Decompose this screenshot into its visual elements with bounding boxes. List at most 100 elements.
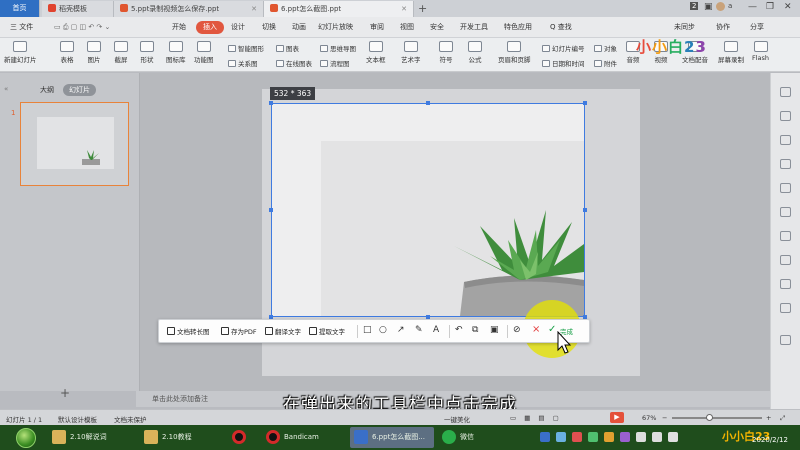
zoom-slider-handle[interactable] <box>706 414 713 421</box>
copy-icon[interactable]: ⧉ <box>472 325 478 335</box>
formula-button[interactable]: 公式 <box>468 41 482 64</box>
tray-icon[interactable] <box>588 432 598 442</box>
taskbar-item[interactable]: 2.10解说词 <box>48 427 136 448</box>
tray-icon[interactable] <box>620 432 630 442</box>
menu-features[interactable]: 特色应用 <box>500 21 536 34</box>
help-icon[interactable] <box>780 335 791 345</box>
close-window-icon[interactable]: ✕ <box>784 2 792 12</box>
chart-button[interactable]: 图表 <box>276 43 299 53</box>
zoom-in-icon[interactable]: + <box>766 414 771 422</box>
screenshot-selection-box[interactable] <box>271 103 585 317</box>
menu-insert[interactable]: 插入 <box>196 21 224 34</box>
menu-design[interactable]: 设计 <box>227 21 249 34</box>
shape-button[interactable]: 形状 <box>140 41 154 64</box>
close-icon[interactable]: ✕ <box>401 1 407 17</box>
table-button[interactable]: 表格 <box>60 41 74 64</box>
avatar[interactable] <box>716 2 725 11</box>
protection-status[interactable]: 文档未保护 <box>114 414 147 424</box>
volume-icon[interactable] <box>652 432 662 442</box>
maximize-icon[interactable]: ❐ <box>766 2 774 12</box>
screenshot-button[interactable]: 截屏 <box>114 41 128 64</box>
notification-badge[interactable]: 2 <box>690 2 699 10</box>
fit-window-icon[interactable]: ⤢ <box>780 414 785 423</box>
menu-review[interactable]: 审阅 <box>366 21 388 34</box>
undo-icon[interactable]: ↶ <box>455 325 463 335</box>
search-menu[interactable]: Q 查找 <box>546 21 576 34</box>
translate-button[interactable]: 翻译文字 <box>265 326 301 336</box>
quick-access-icons[interactable]: ▭ ⎙ ▢ ◫ ↶ ↷ ⌄ <box>50 21 114 34</box>
tray-icon[interactable] <box>604 432 614 442</box>
taskbar-item[interactable]: 2.10教程 <box>140 427 224 448</box>
long-image-button[interactable]: 文档转长图 <box>167 326 210 336</box>
table-style-icon[interactable] <box>780 207 791 217</box>
view-mode-icons[interactable]: ▭ ▦ ▤ ▢ <box>510 414 562 422</box>
tab-document-6[interactable]: 6.ppt怎么截图.ppt ✕ <box>264 1 414 17</box>
menu-animation[interactable]: 动画 <box>288 21 310 34</box>
icon-library-button[interactable]: 图标库 <box>166 41 186 64</box>
save-pdf-button[interactable]: 存为PDF <box>221 326 257 336</box>
menu-view[interactable]: 视图 <box>396 21 418 34</box>
ellipse-icon[interactable]: ○ <box>379 325 387 335</box>
tab-document-5[interactable]: 5.ppt录制视频怎么保存.ppt ✕ <box>114 1 264 17</box>
tab-outline[interactable]: 大纲 <box>40 85 54 95</box>
properties-icon[interactable] <box>780 87 791 97</box>
mind-map-button[interactable]: 思维导图 <box>320 43 356 53</box>
taskbar-item-active[interactable]: 6.ppt怎么截图... <box>350 427 434 448</box>
theme-name[interactable]: 默认设计模板 <box>58 414 97 424</box>
slide-number-button[interactable]: 幻灯片编号 <box>542 43 585 53</box>
symbol-button[interactable]: 符号 <box>439 41 453 64</box>
share-button[interactable]: 分享 <box>746 21 768 34</box>
resize-handle[interactable] <box>269 101 273 105</box>
settings-icon[interactable] <box>780 303 791 313</box>
menu-slideshow[interactable]: 幻灯片放映 <box>314 21 357 34</box>
relation-graph-button[interactable]: 关系图 <box>228 58 258 68</box>
file-menu[interactable]: 三 文件 <box>6 21 37 34</box>
resize-handle[interactable] <box>426 101 430 105</box>
resize-handle[interactable] <box>269 208 273 212</box>
tray-icon[interactable] <box>540 432 550 442</box>
header-footer-button[interactable]: 页眉和页脚 <box>498 41 531 64</box>
tray-icon[interactable] <box>572 432 582 442</box>
menu-transition[interactable]: 切换 <box>258 21 280 34</box>
rectangle-icon[interactable]: □ <box>363 325 372 335</box>
resize-handle[interactable] <box>583 101 587 105</box>
picture-button[interactable]: 图片 <box>87 41 101 64</box>
resize-handle[interactable] <box>583 208 587 212</box>
close-icon[interactable]: ✕ <box>251 1 257 17</box>
flowchart-button[interactable]: 流程图 <box>320 58 350 68</box>
function-chart-button[interactable]: 功能图 <box>194 41 214 64</box>
clock-date[interactable]: 2020/2/12 <box>752 436 788 444</box>
date-time-button[interactable]: 日期和时间 <box>542 58 585 68</box>
backup-icon[interactable] <box>780 255 791 265</box>
cancel-icon[interactable]: × <box>532 324 540 335</box>
smart-graphic-button[interactable]: 智能图形 <box>228 43 264 53</box>
tab-home[interactable]: 首页 <box>0 0 40 17</box>
zoom-out-icon[interactable]: − <box>662 414 667 422</box>
tray-icon[interactable] <box>556 432 566 442</box>
collapse-icon[interactable]: « <box>4 85 8 93</box>
slide-thumbnail[interactable] <box>20 102 129 186</box>
menu-developer[interactable]: 开发工具 <box>456 21 492 34</box>
collaborate-button[interactable]: 协作 <box>712 21 734 34</box>
pen-icon[interactable]: ✎ <box>415 325 423 335</box>
attachment-button[interactable]: 附件 <box>594 58 617 68</box>
minimize-icon[interactable]: — <box>748 2 757 12</box>
object-button[interactable]: 对象 <box>594 43 617 53</box>
add-tab-button[interactable]: + <box>418 2 427 15</box>
save-icon[interactable]: ▣ <box>490 325 499 335</box>
zoom-slider[interactable] <box>672 417 762 419</box>
skin-icon[interactable]: ▣ <box>704 2 713 12</box>
input-method-icon[interactable] <box>668 432 678 442</box>
sync-status[interactable]: 未同步 <box>670 21 699 34</box>
tab-slides[interactable]: 幻灯片 <box>63 84 96 96</box>
arrow-icon[interactable]: ↗ <box>397 325 405 335</box>
new-slide-button[interactable]: 新建幻灯片 <box>4 41 37 64</box>
share-icon[interactable] <box>780 279 791 289</box>
start-button[interactable] <box>16 428 36 448</box>
beautify-button[interactable]: 一键美化 <box>444 414 470 424</box>
flash-button[interactable]: Flash <box>752 41 769 62</box>
menu-start[interactable]: 开始 <box>168 21 190 34</box>
style-icon[interactable] <box>780 135 791 145</box>
zoom-level[interactable]: 67% <box>642 414 656 422</box>
taskbar-item[interactable] <box>228 427 256 448</box>
